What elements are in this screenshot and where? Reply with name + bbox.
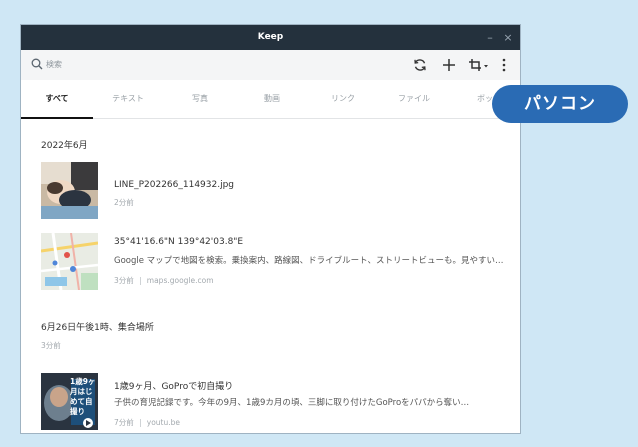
item-description: Google マップで地図を検索。乗換案内、路線図、ドライブルート、ストリートビ… <box>114 256 504 266</box>
item-title[interactable]: 35°41'16.6"N 139°42'03.8"E <box>114 237 243 247</box>
crop-icon[interactable] <box>468 57 490 73</box>
search-icon[interactable] <box>31 58 43 70</box>
window-title: Keep <box>257 32 284 42</box>
video-thumbnail[interactable]: 1歳9ヶ月はじめて自撮り <box>41 373 98 430</box>
item-meta: 3分前 maps.google.com <box>114 275 214 286</box>
item-time: 2分前 <box>114 198 134 207</box>
pc-badge: パソコン <box>492 85 628 123</box>
item-time: 3分前 <box>114 276 134 285</box>
tab-photos[interactable]: 写真 <box>165 80 235 118</box>
more-icon[interactable] <box>499 57 509 73</box>
note-title[interactable]: 6月26日午後1時、集合場所 <box>41 320 154 333</box>
item-description: 子供の育児記録です。今年の9月、1歳9カ月の頃、三脚に取り付けたGoProをパパ… <box>114 398 470 408</box>
search-input[interactable]: 検索 <box>46 50 62 80</box>
item-title[interactable]: 1歳9ヶ月、GoProで初自撮り <box>114 379 233 392</box>
tab-links[interactable]: リンク <box>308 80 378 118</box>
tab-bar: すべて テキスト 写真 動画 リンク ファイル ボッ <box>21 80 520 119</box>
close-icon[interactable]: × <box>500 25 516 50</box>
item-title[interactable]: LINE_P202266_114932.jpg <box>114 180 234 190</box>
title-bar: Keep – × <box>21 25 520 50</box>
section-title-2022-06: 2022年6月 <box>41 141 88 151</box>
toolbar: 検索 <box>21 50 520 80</box>
map-thumbnail[interactable] <box>41 233 98 290</box>
meta-divider <box>139 419 141 427</box>
item-meta: 7分前 youtu.be <box>114 417 180 428</box>
refresh-icon[interactable] <box>412 57 428 73</box>
meta-divider <box>139 277 141 285</box>
tab-videos[interactable]: 動画 <box>237 80 307 118</box>
note-time: 3分前 <box>41 341 61 350</box>
minimize-icon[interactable]: – <box>482 25 498 50</box>
active-tab-indicator <box>21 117 93 119</box>
tab-files[interactable]: ファイル <box>379 80 449 118</box>
item-source[interactable]: maps.google.com <box>147 276 214 285</box>
item-time: 7分前 <box>114 418 134 427</box>
photo-thumbnail[interactable] <box>41 162 98 219</box>
keep-window: Keep – × 検索 すべて テキスト 写真 動画 リンク ファイル ボッ 2… <box>20 24 521 434</box>
tab-text[interactable]: テキスト <box>93 80 163 118</box>
video-thumbnail-caption: 1歳9ヶ月はじめて自撮り <box>70 377 96 416</box>
plus-icon[interactable] <box>441 57 457 73</box>
item-source[interactable]: youtu.be <box>147 418 180 427</box>
tab-all[interactable]: すべて <box>22 80 92 118</box>
